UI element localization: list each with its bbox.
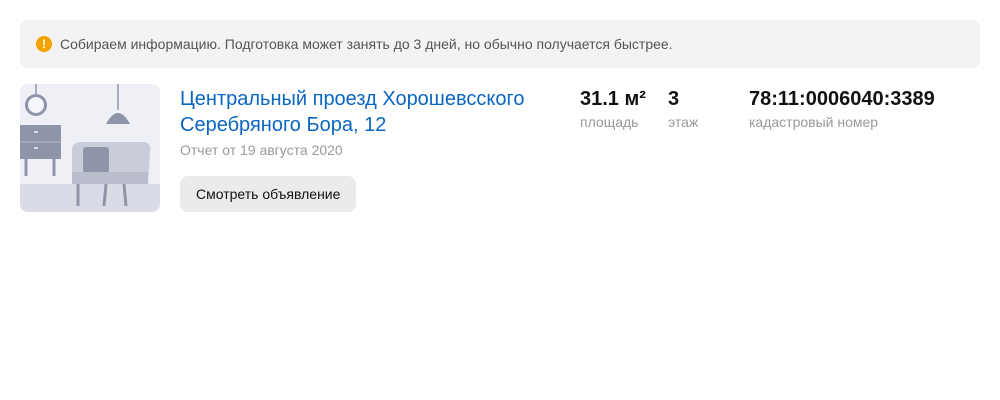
info-notice: ! Собираем информацию. Подготовка может … <box>20 20 980 68</box>
stat-floor: 3 этаж <box>668 86 698 130</box>
cadastral-value: 78:11:0006040:3389 <box>749 88 935 110</box>
listing-title-link[interactable]: Центральный проезд Хорошевсского Серебря… <box>180 86 560 138</box>
warning-icon: ! <box>36 36 52 52</box>
view-listing-button[interactable]: Смотреть объявление <box>180 176 357 212</box>
stat-area: 31.1 м² площадь <box>580 86 646 130</box>
area-label: площадь <box>580 114 639 130</box>
floor-value: 3 <box>668 88 680 110</box>
cadastral-label: кадастровый номер <box>749 114 879 130</box>
area-value: 31.1 м² <box>580 88 646 110</box>
room-interior-illustration <box>20 84 160 212</box>
notice-text: Собираем информацию. Подготовка может за… <box>60 36 673 52</box>
listing-card: Центральный проезд Хорошевсского Серебря… <box>20 84 980 214</box>
listing-thumbnail[interactable] <box>20 84 160 212</box>
stat-cadastral: 78:11:0006040:3389 кадастровый номер <box>749 86 935 130</box>
report-date: Отчет от 19 августа 2020 <box>180 142 343 158</box>
floor-label: этаж <box>668 114 699 130</box>
